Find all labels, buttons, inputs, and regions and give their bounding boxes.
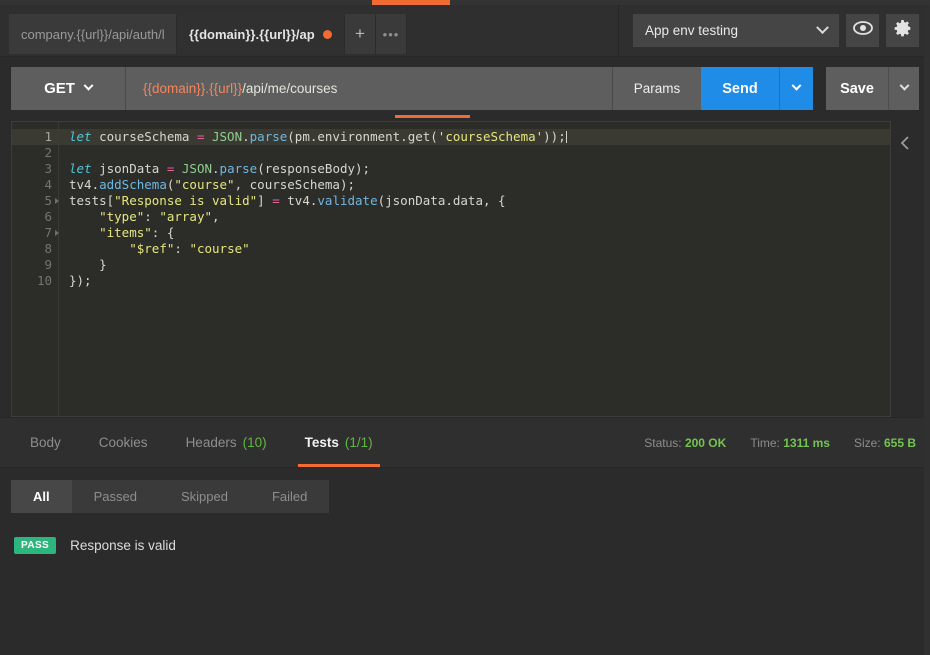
editor-code-line: "type": "array",: [99, 209, 220, 224]
test-filter-group: All Passed Skipped Failed: [11, 480, 330, 513]
editor-code-line: tv4.addSchema("course", courseSchema);: [69, 177, 356, 192]
editor-line-number: 1: [12, 129, 58, 145]
time-label: Time:: [750, 435, 780, 450]
new-tab-button[interactable]: +: [345, 14, 376, 54]
status-value: 200 OK: [684, 435, 727, 450]
size-value: 655 B: [883, 435, 916, 450]
test-result-name: Response is valid: [70, 538, 176, 553]
editor-line-numbers: 1 2 3 4 5 6 7 8 9 10: [12, 122, 59, 416]
loading-progress-bar: [0, 0, 930, 5]
response-tab-label: Cookies: [98, 435, 148, 450]
response-tab-count: (1/1): [344, 435, 373, 450]
test-filter-failed[interactable]: Failed: [250, 480, 329, 513]
request-url-input[interactable]: {{domain}}.{{url}}/api/me/courses: [126, 67, 613, 110]
collapse-sidebar-button[interactable]: [891, 121, 919, 417]
response-tab-headers[interactable]: Headers (10): [167, 418, 286, 467]
size-label: Size:: [853, 435, 881, 450]
save-button[interactable]: Save: [826, 67, 888, 110]
response-status-summary: Status: 200 OK Time: 1311 ms Size: 655 B: [644, 436, 930, 450]
eye-icon: [852, 21, 873, 40]
test-filter-all[interactable]: All: [11, 480, 72, 513]
response-tab-count: (10): [242, 435, 267, 450]
editor-line-number: 7: [12, 225, 59, 241]
response-tabs-group: Body Cookies Headers (10) Tests (1/1): [0, 418, 392, 467]
editor-line-number: 3: [44, 161, 52, 176]
editor-line-number: 2: [44, 145, 52, 160]
editor-code-line: }: [69, 257, 107, 272]
http-method-value: GET: [44, 80, 75, 97]
test-results-list: PASS Response is valid: [11, 537, 919, 554]
editor-line-number: 8: [44, 241, 52, 256]
active-tab-underline: [297, 464, 380, 467]
response-tab-bar: Body Cookies Headers (10) Tests (1/1) Status:…: [0, 417, 930, 468]
editor-line-number: 6: [44, 209, 52, 224]
time-group: Time: 1311 ms: [750, 436, 830, 450]
response-tab-cookies[interactable]: Cookies: [80, 418, 167, 467]
response-tab-tests[interactable]: Tests (1/1): [286, 418, 392, 467]
editor-line-number: 4: [44, 177, 52, 192]
loading-progress-fill: [372, 0, 450, 5]
environment-quick-look-button[interactable]: [846, 14, 879, 47]
empty-area: [0, 618, 930, 655]
environment-select-value: App env testing: [645, 23, 739, 38]
settings-button[interactable]: [886, 14, 919, 47]
environment-controls: App env testing: [618, 5, 930, 56]
status-label: Status:: [644, 435, 682, 450]
chevron-left-icon: [900, 135, 911, 155]
right-scrollbar[interactable]: [924, 5, 930, 655]
time-value: 1311 ms: [783, 435, 830, 450]
editor-code-line: let jsonData = JSON.parse(responseBody);: [69, 161, 371, 176]
editor-line-number: 9: [44, 257, 52, 272]
request-url-bar: GET {{domain}}.{{url}}/api/me/courses Pa…: [0, 57, 930, 118]
tests-script-editor[interactable]: 1 2 3 4 5 6 7 8 9 10 let courseSchema = JSON.pars…: [11, 121, 891, 417]
more-tabs-button[interactable]: •••: [376, 14, 407, 54]
size-group: Size: 655 B: [854, 436, 916, 450]
editor-code-line: tests["Response is valid"] = tv4.validat…: [69, 193, 506, 208]
response-tab-label: Tests: [304, 435, 339, 450]
editor-code-line: });: [69, 273, 92, 288]
request-url-path: /api/me/courses: [242, 81, 338, 96]
editor-line-number: 10: [36, 273, 52, 288]
chevron-down-icon: [83, 80, 94, 91]
editor-code-line: "items": {: [99, 225, 175, 240]
request-tab-2[interactable]: {{domain}}.{{url}}/api: [177, 14, 345, 54]
request-tab-1[interactable]: company.{{url}}/api/auth/lo: [9, 14, 177, 54]
environment-select[interactable]: App env testing: [633, 14, 839, 47]
response-tab-label: Body: [30, 435, 61, 450]
http-method-select[interactable]: GET: [11, 67, 126, 110]
test-filter-skipped[interactable]: Skipped: [159, 480, 250, 513]
response-tab-label: Headers: [185, 435, 237, 450]
request-tab-bar: company.{{url}}/api/auth/lo {{domain}}.{…: [0, 5, 930, 57]
request-tab-2-label: {{domain}}.{{url}}/api: [189, 26, 315, 42]
editor-code-area[interactable]: let courseSchema = JSON.parse(pm.environ…: [59, 122, 890, 416]
chevron-down-icon: [816, 21, 829, 35]
test-status-badge: PASS: [14, 537, 57, 554]
test-results-panel: All Passed Skipped Failed PASS Response is v…: [0, 468, 930, 618]
chevron-down-icon: [899, 80, 909, 91]
request-url-variables: {{domain}}.{{url}}: [143, 81, 243, 96]
response-tab-body[interactable]: Body: [11, 418, 80, 467]
tests-script-editor-zone: 1 2 3 4 5 6 7 8 9 10 let courseSchema = JSON.pars…: [0, 110, 930, 417]
request-tabs-group: company.{{url}}/api/auth/lo {{domain}}.{…: [0, 5, 618, 56]
gear-icon: [893, 19, 912, 43]
editor-code-line: [59, 145, 890, 161]
send-button[interactable]: Send: [701, 67, 779, 110]
request-tab-1-label: company.{{url}}/api/auth/lo: [21, 26, 164, 42]
test-result-row: PASS Response is valid: [11, 537, 919, 554]
params-button[interactable]: Params: [613, 67, 701, 110]
test-filter-passed[interactable]: Passed: [72, 480, 159, 513]
unsaved-changes-dot-icon: [323, 29, 332, 39]
editor-line-number: 5: [12, 193, 59, 209]
send-options-button[interactable]: [779, 67, 813, 110]
save-options-button[interactable]: [888, 67, 919, 110]
editor-code-line: let courseSchema = JSON.parse(pm.environ…: [59, 129, 890, 145]
chevron-down-icon: [791, 80, 802, 91]
editor-code-line: "$ref": "course": [129, 241, 250, 256]
status-group: Status: 200 OK: [644, 436, 726, 450]
